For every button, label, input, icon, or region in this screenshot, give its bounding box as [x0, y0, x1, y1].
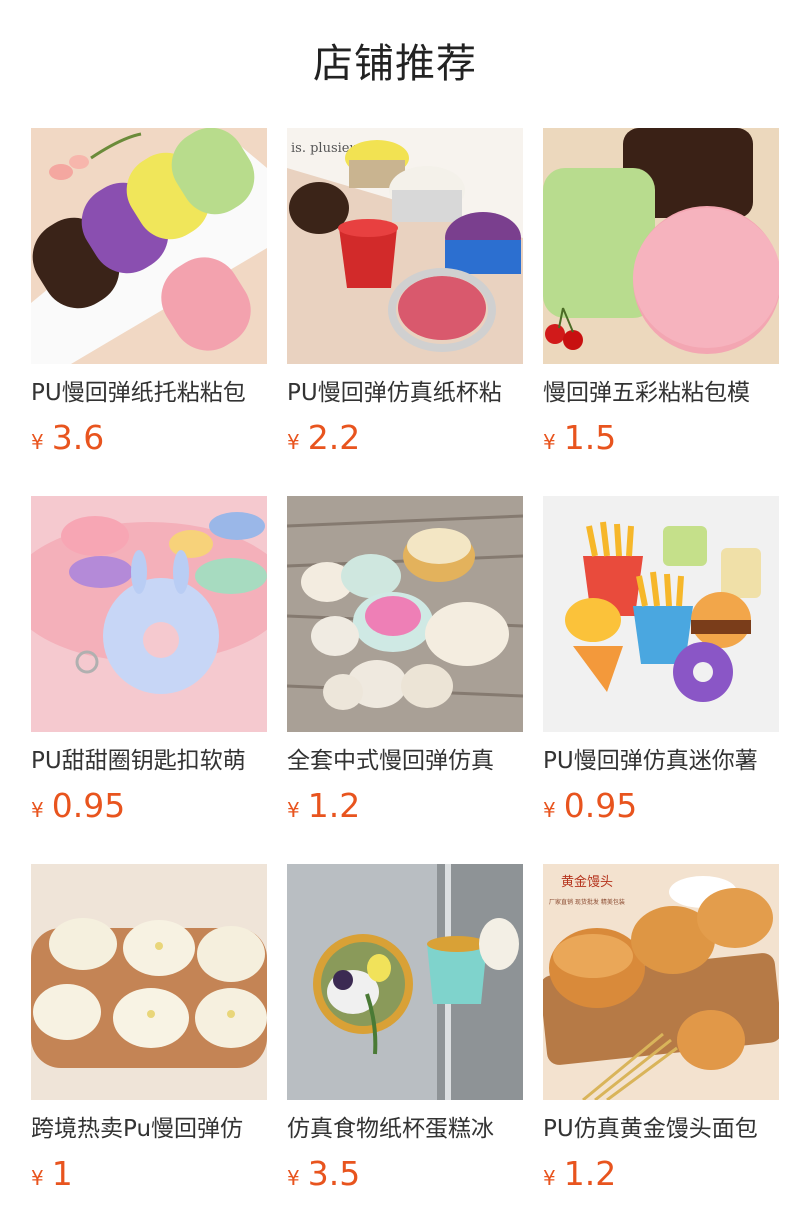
currency-symbol: ¥	[543, 1166, 556, 1190]
product-name[interactable]: 慢回弹五彩粘粘包模	[543, 378, 779, 408]
price-value: 0.95	[563, 786, 638, 825]
product-price: ¥1	[31, 1154, 267, 1200]
currency-symbol: ¥	[287, 798, 300, 822]
currency-symbol: ¥	[31, 430, 44, 454]
product-image[interactable]	[31, 496, 267, 732]
product-image[interactable]	[31, 864, 267, 1100]
svg-text:黄金馒头: 黄金馒头	[561, 874, 613, 890]
price-value: 3.5	[307, 1154, 361, 1193]
price-value: 2.2	[307, 418, 361, 457]
currency-symbol: ¥	[287, 430, 300, 454]
product-name[interactable]: PU慢回弹仿真迷你薯	[543, 746, 779, 776]
product-image[interactable]	[543, 496, 779, 732]
product-image[interactable]	[287, 496, 523, 732]
product-name[interactable]: PU甜甜圈钥匙扣软萌	[31, 746, 267, 776]
currency-symbol: ¥	[287, 1166, 300, 1190]
product-card[interactable]: PU慢回弹仿真迷你薯 ¥0.95	[543, 496, 779, 832]
product-card[interactable]: 跨境热卖Pu慢回弹仿 ¥1	[31, 864, 267, 1200]
product-name[interactable]: PU仿真黄金馒头面包	[543, 1114, 779, 1144]
product-image[interactable]	[287, 864, 523, 1100]
price-value: 1.2	[307, 786, 361, 825]
price-value: 1	[51, 1154, 73, 1193]
currency-symbol: ¥	[543, 430, 556, 454]
price-value: 3.6	[51, 418, 105, 457]
product-price: ¥1.2	[287, 786, 523, 832]
product-name[interactable]: 仿真食物纸杯蛋糕冰	[287, 1114, 523, 1144]
product-card[interactable]: 慢回弹五彩粘粘包模 ¥1.5	[543, 128, 779, 464]
page-title: 店铺推荐	[313, 41, 477, 87]
currency-symbol: ¥	[543, 798, 556, 822]
product-name[interactable]: PU慢回弹仿真纸杯粘	[287, 378, 523, 408]
product-name[interactable]: 全套中式慢回弹仿真	[287, 746, 523, 776]
product-card[interactable]: PU甜甜圈钥匙扣软萌 ¥0.95	[31, 496, 267, 832]
product-card[interactable]: 全套中式慢回弹仿真 ¥1.2	[287, 496, 523, 832]
price-value: 0.95	[51, 786, 126, 825]
svg-text:厂家直销 现货批发 精美包装: 厂家直销 现货批发 精美包装	[549, 898, 625, 906]
product-name[interactable]: 跨境热卖Pu慢回弹仿	[31, 1114, 267, 1144]
currency-symbol: ¥	[31, 1166, 44, 1190]
product-card[interactable]: 仿真食物纸杯蛋糕冰 ¥3.5	[287, 864, 523, 1200]
product-price: ¥2.2	[287, 418, 523, 464]
price-value: 1.5	[563, 418, 617, 457]
product-price: ¥3.5	[287, 1154, 523, 1200]
product-image[interactable]: is. plusieurs fo	[287, 128, 523, 364]
product-image[interactable]	[31, 128, 267, 364]
product-price: ¥0.95	[31, 786, 267, 832]
product-card[interactable]: is. plusieurs fo PU慢回弹仿真纸杯粘 ¥2.2	[287, 128, 523, 464]
price-value: 1.2	[563, 1154, 617, 1193]
product-price: ¥1.5	[543, 418, 779, 464]
product-price: ¥3.6	[31, 418, 267, 464]
product-price: ¥1.2	[543, 1154, 779, 1200]
currency-symbol: ¥	[31, 798, 44, 822]
product-image[interactable]	[543, 128, 779, 364]
product-image[interactable]: 黄金馒头 厂家直销 现货批发 精美包装	[543, 864, 779, 1100]
product-price: ¥0.95	[543, 786, 779, 832]
product-card[interactable]: PU慢回弹纸托粘粘包 ¥3.6	[31, 128, 267, 464]
product-card[interactable]: 黄金馒头 厂家直销 现货批发 精美包装 PU仿真黄金馒头面包 ¥1.2	[543, 864, 779, 1200]
product-name[interactable]: PU慢回弹纸托粘粘包	[31, 378, 267, 408]
